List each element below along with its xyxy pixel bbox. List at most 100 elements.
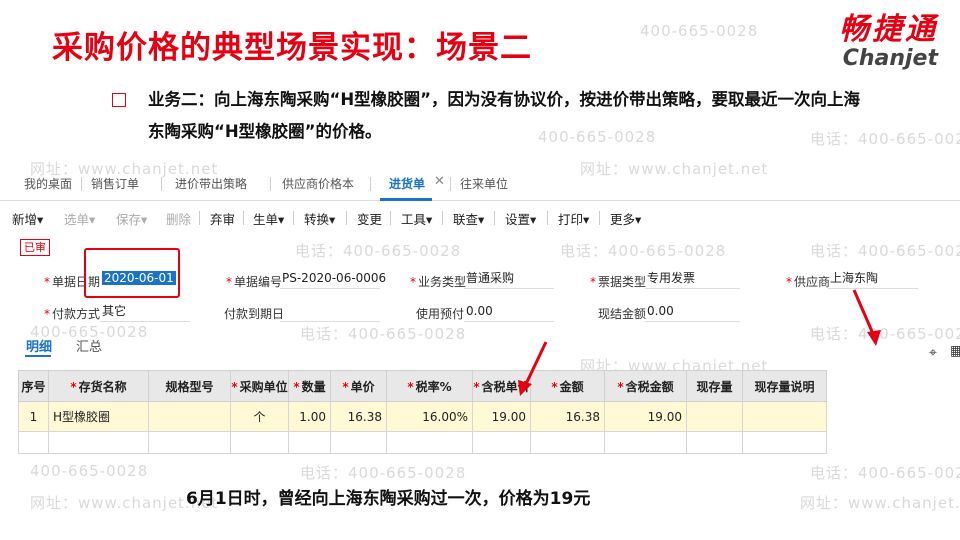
subtab-summary[interactable]: 汇总 — [76, 336, 102, 355]
grid-header-col-spec[interactable]: 规格型号 — [148, 370, 231, 402]
toolbar-new-button[interactable]: 新增▾ — [12, 209, 43, 228]
grid-cell-col-seq[interactable]: 1 — [18, 401, 49, 432]
grid-cell-col-tax-rate[interactable]: 16.00% — [386, 401, 473, 432]
empty-cell[interactable] — [48, 431, 149, 454]
empty-cell[interactable] — [148, 431, 231, 454]
toolbar-print-button[interactable]: 打印▾ — [558, 209, 589, 228]
grid-cell-col-stock[interactable] — [686, 401, 743, 432]
grid-cell-col-tax-amount[interactable]: 19.00 — [604, 401, 687, 432]
grid-cell-col-tax-price[interactable]: 19.00 — [472, 401, 531, 432]
caret-down-icon: ▾ — [635, 212, 642, 227]
required-mark: * — [70, 379, 77, 394]
caret-down-icon: ▾ — [530, 212, 537, 227]
active-subtab-indicator — [25, 355, 51, 357]
toolbar-select-button[interactable]: 选单▾ — [64, 209, 95, 228]
required-mark: * — [293, 379, 300, 394]
pay-method-field[interactable]: 其它 — [100, 302, 190, 322]
toolbar-settings-button[interactable]: 设置▾ — [505, 209, 536, 228]
invoice-type-field[interactable]: 专用发票 — [645, 269, 740, 289]
required-mark: * — [410, 275, 416, 289]
grid-cell-col-stock-desc[interactable] — [742, 401, 827, 432]
grid-body: 1 H型橡胶圈个 1.00 16.38 16.00% 19.00 16.38 19.00 — [18, 401, 827, 454]
grid-cell-col-amount[interactable]: 16.38 — [530, 401, 605, 432]
biz-type-field[interactable]: 普通采购 — [464, 269, 554, 289]
toolbar: 新增▾ 选单▾ 保存▾ 删除 弃审 生单▾ 转换▾ 变更 工具▾ 联查▾ 设置▾… — [0, 203, 960, 231]
grid-cell-col-spec[interactable] — [148, 401, 231, 432]
toolbar-separator — [494, 211, 495, 225]
grid-cell-col-price[interactable]: 16.38 — [330, 401, 387, 432]
toolbar-tools-label: 工具 — [401, 212, 427, 227]
slide-title: 采购价格的典型场景实现：场景二 — [52, 30, 532, 66]
required-mark: * — [342, 379, 349, 394]
toolbar-delete-button[interactable]: 删除 — [166, 209, 191, 228]
toolbar-query-button[interactable]: 联查▾ — [453, 209, 484, 228]
cash-field[interactable]: 0.00 — [645, 302, 740, 322]
grid-cell-col-item-name[interactable]: H型橡胶圈 — [48, 401, 149, 432]
grid-settings-icon[interactable]: ▦ — [950, 343, 960, 359]
toolbar-generate-button[interactable]: 生单▾ — [253, 209, 284, 228]
required-mark: * — [44, 275, 50, 289]
grid-header-col-seq[interactable]: 序号 — [18, 370, 49, 402]
toolbar-more-button[interactable]: 更多▾ — [610, 209, 641, 228]
doc-no-label: * 单据编号 — [226, 273, 282, 290]
empty-cell[interactable] — [686, 431, 743, 454]
tab-purchase-price-strategy[interactable]: 进价带出策略 — [175, 175, 247, 192]
empty-cell[interactable] — [742, 431, 827, 454]
tab-supplier-price-book[interactable]: 供应商价格本 — [282, 175, 354, 192]
tab-separator — [161, 177, 162, 191]
grid-header-col-stock-desc[interactable]: 现存量说明 — [742, 370, 827, 402]
grid-header-col-item-name[interactable]: * 存货名称 — [48, 370, 149, 402]
empty-cell[interactable] — [330, 431, 387, 454]
toolbar-tools-button[interactable]: 工具▾ — [401, 209, 432, 228]
tab-close-icon[interactable]: ✕ — [434, 174, 445, 189]
grid-header-col-tax-price[interactable]: * 含税单价 — [472, 370, 531, 402]
grid-header-col-stock[interactable]: 现存量 — [686, 370, 743, 402]
grid-header-label: 序号 — [21, 379, 46, 394]
grid-cell-col-unit[interactable]: 个 — [230, 401, 289, 432]
toolbar-query-label: 联查 — [453, 212, 479, 227]
toolbar-unapprove-button[interactable]: 弃审 — [210, 209, 235, 228]
required-mark: * — [407, 379, 414, 394]
doc-no-field[interactable]: PS-2020-06-0006 — [280, 269, 386, 289]
grid-header-col-unit[interactable]: * 采购单位 — [230, 370, 289, 402]
grid-header-label: 含税金额 — [625, 379, 674, 394]
empty-cell[interactable] — [386, 431, 473, 454]
grid-header-col-tax-amount[interactable]: * 含税金额 — [604, 370, 687, 402]
location-pin-icon[interactable]: ⌖ — [929, 345, 937, 361]
empty-cell[interactable] — [288, 431, 331, 454]
pay-method-label: * 付款方式 — [44, 305, 100, 322]
grid-header-label: 金额 — [559, 379, 584, 394]
table-row[interactable]: 1 H型橡胶圈个 1.00 16.38 16.00% 19.00 16.38 19.00 — [18, 401, 827, 432]
toolbar-change-button[interactable]: 变更 — [357, 209, 382, 228]
pay-method-label-text: 付款方式 — [52, 307, 101, 321]
due-date-field[interactable] — [280, 302, 380, 322]
supplier-field[interactable]: 上海东陶 — [828, 269, 918, 289]
empty-cell[interactable] — [230, 431, 289, 454]
toolbar-convert-button[interactable]: 转换▾ — [304, 209, 335, 228]
required-mark: * — [617, 379, 624, 394]
caret-down-icon: ▾ — [329, 212, 336, 227]
empty-cell[interactable] — [18, 431, 49, 454]
grid-header-label: 现存量说明 — [754, 379, 815, 394]
prepay-field[interactable]: 0.00 — [464, 302, 554, 322]
empty-row[interactable] — [18, 431, 827, 454]
biz-type-label: * 业务类型 — [410, 273, 466, 290]
tab-purchase-receipt[interactable]: 进货单 — [389, 175, 425, 192]
toolbar-generate-label: 生单 — [253, 212, 279, 227]
subtab-detail[interactable]: 明细 — [26, 336, 52, 355]
grid-header-col-amount[interactable]: * 金额 — [530, 370, 605, 402]
grid-header-col-qty[interactable]: * 数量 — [288, 370, 331, 402]
watermark-text: 电话：400-665-0028 — [300, 464, 467, 482]
empty-cell[interactable] — [472, 431, 531, 454]
tab-sales-order[interactable]: 销售订单 — [91, 175, 139, 192]
caret-down-icon: ▾ — [583, 212, 590, 227]
empty-cell[interactable] — [530, 431, 605, 454]
grid-header-col-tax-rate[interactable]: * 税率% — [386, 370, 473, 402]
grid-header-col-price[interactable]: * 单价 — [330, 370, 387, 402]
tab-business-units[interactable]: 往来单位 — [460, 175, 508, 192]
tab-my-desktop[interactable]: 我的桌面 — [24, 175, 72, 192]
grid-cell-col-qty[interactable]: 1.00 — [288, 401, 331, 432]
empty-cell[interactable] — [604, 431, 687, 454]
toolbar-save-button[interactable]: 保存▾ — [116, 209, 147, 228]
supplier-label: * 供应商 — [786, 273, 830, 290]
